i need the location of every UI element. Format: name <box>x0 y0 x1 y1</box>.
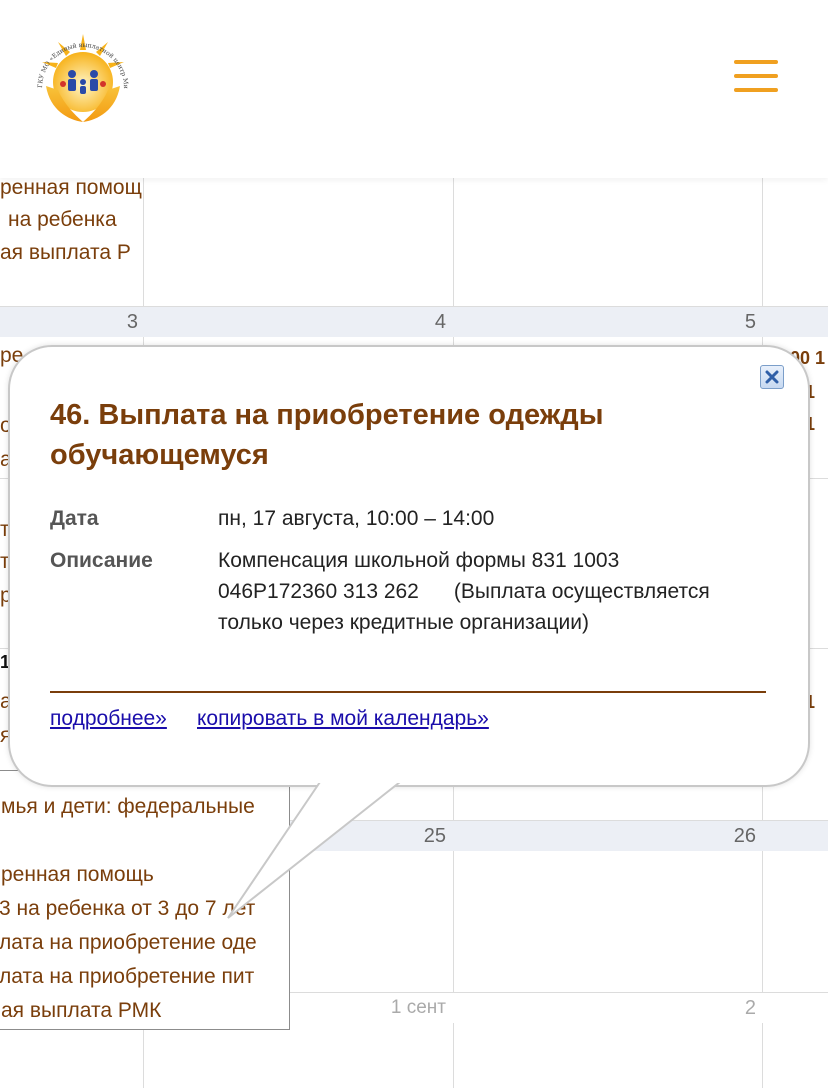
event-item[interactable]: мья и дети: федеральные <box>1 795 255 819</box>
description-label: Описание <box>50 549 153 572</box>
day-number[interactable]: 2 <box>708 997 756 1020</box>
menu-bar-icon <box>734 88 778 92</box>
copy-to-calendar-link[interactable]: копировать в мой календарь» <box>197 707 489 731</box>
event-title: 46. Выплата на приобретение одежды обуча… <box>50 399 604 471</box>
day-number[interactable]: 5 <box>708 311 756 334</box>
day-number[interactable]: 4 <box>398 311 446 334</box>
day-cell-events: ренная помощ на ребенка ая выплата Р <box>0 170 143 290</box>
more-events-popup: мья и дети: федеральные ренная помощь 3 … <box>0 770 290 1030</box>
event-item[interactable]: 3 на ребенка от 3 до 7 лет <box>0 897 255 921</box>
event-item[interactable]: ая выплата Р <box>0 241 131 265</box>
menu-bar-icon <box>734 60 778 64</box>
day-number[interactable]: 26 <box>708 825 756 848</box>
description-value: Компенсация школьной формы 831 1003 046Р… <box>218 549 716 634</box>
more-details-link[interactable]: подробнее» <box>50 707 167 731</box>
event-item[interactable]: ренная помощ <box>0 176 142 200</box>
event-item[interactable]: на ребенка <box>8 208 117 232</box>
menu-bar-icon <box>734 74 778 78</box>
event-item[interactable]: лата на приобретение пит <box>0 965 254 989</box>
site-header: ГКУ МО «Единый выплатной центр Минсоцраз… <box>0 0 828 178</box>
event-item[interactable]: ая выплата РМК <box>1 999 161 1023</box>
date-label: Дата <box>50 507 99 530</box>
day-number[interactable]: 3 <box>90 311 138 334</box>
logo[interactable]: ГКУ МО «Единый выплатной центр Минсоцраз… <box>28 28 138 138</box>
popup-divider <box>50 691 766 693</box>
close-icon <box>765 370 779 384</box>
close-button[interactable] <box>760 365 784 389</box>
event-popup: 46. Выплата на приобретение одежды обуча… <box>8 345 806 783</box>
hamburger-menu-button[interactable] <box>734 60 778 94</box>
event-item[interactable]: ренная помощь <box>1 863 154 887</box>
event-item[interactable]: лата на приобретение оде <box>0 931 257 955</box>
day-number[interactable]: 25 <box>398 825 446 848</box>
day-number[interactable]: 1 сент <box>348 997 446 1019</box>
date-value: пн, 17 августа, 10:00 – 14:00 <box>218 507 495 530</box>
